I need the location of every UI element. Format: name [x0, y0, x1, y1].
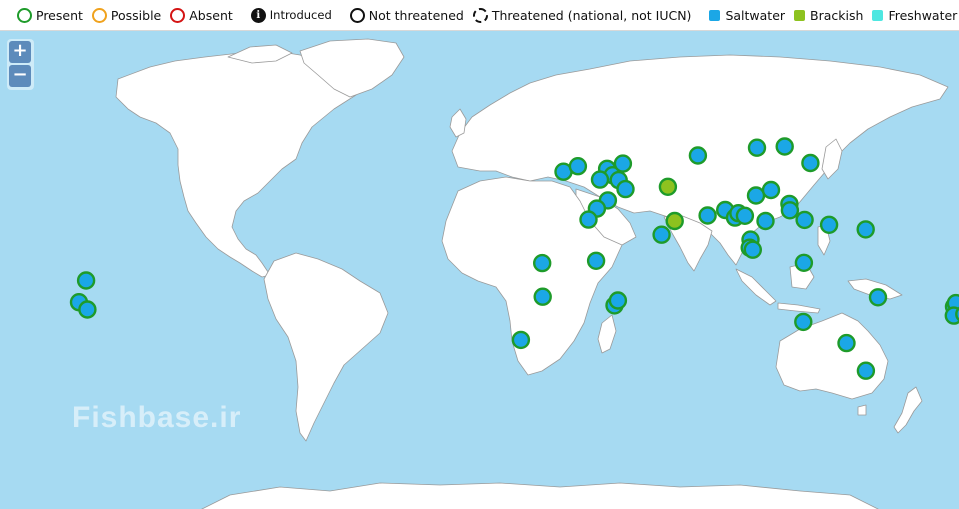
- map-canvas[interactable]: [0, 31, 959, 509]
- uk-landmass: [449, 108, 467, 138]
- occurrence-marker-saltwater[interactable]: [688, 146, 708, 165]
- occurrence-marker-brackish[interactable]: [665, 211, 684, 231]
- occurrence-marker-saltwater[interactable]: [608, 291, 628, 310]
- occurrence-marker-saltwater[interactable]: [511, 330, 531, 350]
- info-icon: i: [250, 7, 266, 23]
- occurrence-marker-saltwater[interactable]: [856, 220, 875, 239]
- legend-present[interactable]: Present: [17, 7, 83, 23]
- threatened-dashed-ring-icon: [472, 7, 488, 23]
- brackish-square-icon: [794, 9, 806, 21]
- occurrence-marker-saltwater[interactable]: [616, 179, 635, 199]
- new-zealand-landmass: [893, 386, 923, 434]
- legend-saltwater-label: Saltwater: [725, 7, 786, 23]
- occurrence-marker-saltwater[interactable]: [819, 215, 839, 235]
- occurrence-marker-saltwater[interactable]: [743, 240, 762, 259]
- legend-not-threatened[interactable]: Not threatened: [349, 7, 464, 23]
- legend-possible-label: Possible: [110, 7, 162, 23]
- legend-introduced-label: Introduced: [269, 8, 332, 22]
- occurrence-marker-saltwater[interactable]: [761, 180, 781, 200]
- occurrence-marker-saltwater[interactable]: [795, 210, 814, 230]
- occurrence-marker-saltwater[interactable]: [586, 251, 606, 271]
- occurrence-marker-saltwater[interactable]: [76, 271, 96, 290]
- legend-introduced[interactable]: i Introduced: [250, 7, 332, 23]
- legend-not-threatened-label: Not threatened: [368, 7, 464, 23]
- occurrence-marker-saltwater[interactable]: [756, 211, 775, 231]
- legend-brackish-label: Brackish: [810, 7, 864, 23]
- legend-absent[interactable]: Absent: [170, 7, 233, 23]
- map-legend: Present Possible Absent i Introduced Not…: [0, 0, 959, 30]
- occurrence-marker-brackish[interactable]: [658, 177, 678, 197]
- occurrence-marker-saltwater[interactable]: [794, 253, 814, 273]
- occurrence-marker-saltwater[interactable]: [856, 361, 876, 380]
- occurrence-marker-saltwater[interactable]: [533, 287, 552, 306]
- occurrence-marker-saltwater[interactable]: [747, 138, 767, 157]
- legend-freshwater[interactable]: Freshwater: [872, 8, 957, 23]
- java-landmass: [777, 302, 821, 314]
- occurrence-marker-saltwater[interactable]: [579, 210, 598, 229]
- legend-possible[interactable]: Possible: [91, 7, 162, 23]
- occurrence-marker-saltwater[interactable]: [613, 154, 633, 173]
- occurrence-marker-saltwater[interactable]: [590, 170, 610, 189]
- occurrence-marker-saltwater[interactable]: [533, 253, 552, 273]
- occurrence-marker-saltwater[interactable]: [78, 300, 97, 319]
- legend-freshwater-label: Freshwater: [888, 7, 958, 23]
- not-threatened-ring-icon: [349, 7, 365, 23]
- possible-ring-icon: [91, 7, 107, 23]
- legend-threatened-label: Threatened (national, not IUCN): [491, 7, 692, 23]
- present-ring-icon: [17, 7, 32, 23]
- north-america-landmass: [115, 50, 361, 278]
- occurrence-marker-saltwater[interactable]: [746, 186, 766, 205]
- legend-present-label: Present: [36, 7, 83, 23]
- occurrence-marker-saltwater[interactable]: [735, 206, 755, 226]
- absent-ring-icon: [170, 7, 186, 23]
- occurrence-marker-saltwater[interactable]: [868, 288, 888, 307]
- occurrence-marker-saltwater[interactable]: [794, 312, 813, 332]
- occurrence-marker-saltwater[interactable]: [775, 137, 794, 156]
- sumatra-landmass: [735, 268, 777, 306]
- antarctica-landmass: [201, 482, 879, 509]
- legend-brackish[interactable]: Brackish: [794, 8, 863, 23]
- legend-absent-label: Absent: [189, 7, 233, 23]
- occurrence-marker-saltwater[interactable]: [698, 206, 717, 225]
- tasmania-landmass: [857, 404, 867, 416]
- occurrence-marker-saltwater[interactable]: [837, 333, 856, 353]
- occurrence-marker-saltwater[interactable]: [568, 156, 588, 176]
- zoom-out-button[interactable]: −: [9, 65, 31, 87]
- saltwater-square-icon: [709, 9, 721, 21]
- madagascar-landmass: [597, 314, 617, 354]
- australia-landmass: [775, 312, 889, 400]
- world-map[interactable]: + − Fishbase.ir: [0, 30, 959, 509]
- south-america-landmass: [263, 252, 389, 442]
- landmasses: [115, 38, 949, 509]
- zoom-in-button[interactable]: +: [9, 41, 31, 63]
- occurrence-marker-saltwater[interactable]: [780, 201, 800, 220]
- zoom-control: + −: [7, 39, 34, 90]
- legend-threatened[interactable]: Threatened (national, not IUCN): [472, 7, 692, 23]
- occurrence-marker-saltwater[interactable]: [652, 225, 671, 244]
- legend-saltwater[interactable]: Saltwater: [709, 8, 785, 23]
- watermark-logo: Fishbase.ir: [72, 401, 242, 434]
- occurrence-marker-saltwater[interactable]: [801, 153, 820, 173]
- freshwater-square-icon: [872, 9, 884, 21]
